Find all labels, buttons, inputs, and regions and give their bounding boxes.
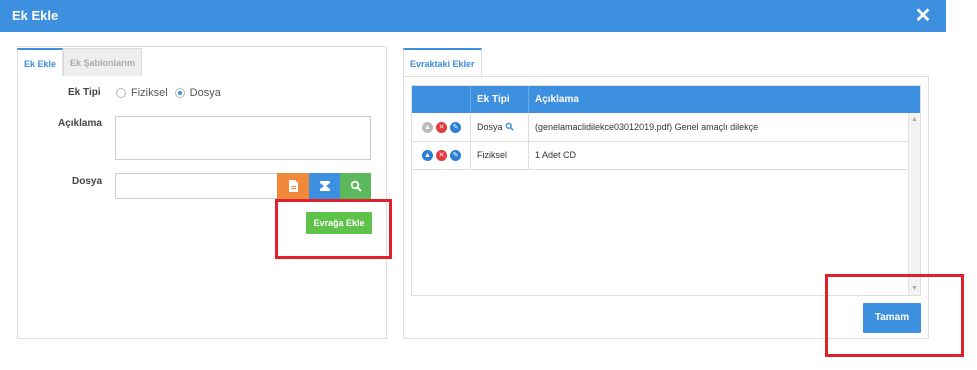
scan-icon: [320, 181, 330, 191]
grid-scrollbar[interactable]: ▲ ▼: [908, 113, 920, 295]
scan-button[interactable]: [309, 173, 341, 199]
row-actions: ▲ ✕ ✎: [422, 122, 464, 133]
highlight-box-add: [275, 199, 392, 259]
aciklama-textarea[interactable]: [115, 116, 371, 160]
preview-search-icon[interactable]: [505, 122, 514, 131]
delete-icon[interactable]: ✕: [436, 150, 447, 161]
dialog-title: Ek Ekle: [12, 8, 59, 23]
file-browse-button[interactable]: [277, 173, 309, 199]
dosya-input[interactable]: [115, 173, 277, 199]
move-up-icon[interactable]: ▲: [422, 150, 433, 161]
attachments-grid: Ek Tipi Açıklama ▲ ✕ ✎ Dosya (genelamacl…: [411, 85, 921, 296]
tab-ek-ekle[interactable]: Ek Ekle: [17, 48, 64, 76]
col-aciklama[interactable]: Açıklama: [528, 86, 920, 113]
tab-evraktaki-ekler[interactable]: Evraktaki Ekler: [403, 48, 482, 76]
radio-fiziksel-label: Fiziksel: [131, 87, 168, 99]
ek-tipi-radio-group: Fiziksel Dosya: [116, 87, 228, 99]
dosya-label: Dosya: [72, 176, 103, 187]
row-actions: ▲ ✕ ✎: [422, 150, 464, 161]
file-icon: [288, 180, 298, 192]
move-up-icon[interactable]: ▲: [422, 122, 433, 133]
cell-ek-tipi: Fiziksel: [470, 142, 528, 170]
cell-aciklama: 1 Adet CD: [528, 142, 908, 170]
table-row[interactable]: ▲ ✕ ✎ Dosya (genelamaclidilekce03012019.…: [412, 114, 908, 142]
cell-aciklama: (genelamaclidilekce03012019.pdf) Genel a…: [528, 114, 908, 142]
right-tabstrip: Evraktaki Ekler: [403, 48, 482, 76]
grid-header: Ek Tipi Açıklama: [412, 86, 920, 113]
cell-ek-tipi: Dosya: [470, 114, 528, 142]
radio-dosya-label: Dosya: [189, 87, 221, 99]
left-tabstrip: Ek Ekle Ek Şablonlarım: [17, 48, 143, 76]
edit-icon[interactable]: ✎: [450, 150, 461, 161]
delete-icon[interactable]: ✕: [436, 122, 447, 133]
aciklama-label: Açıklama: [58, 118, 102, 129]
col-actions: [412, 86, 470, 113]
tab-ek-sablonlarim[interactable]: Ek Şablonlarım: [63, 48, 143, 76]
radio-fiziksel[interactable]: [116, 88, 126, 98]
ek-tipi-label: Ek Tipi: [68, 87, 101, 98]
close-icon[interactable]: ✕: [913, 6, 933, 26]
highlight-box-ok: [825, 274, 964, 357]
dialog-titlebar: Ek Ekle ✕: [0, 0, 946, 32]
file-search-button[interactable]: [340, 173, 371, 199]
radio-dosya[interactable]: [174, 88, 185, 98]
scroll-up-icon[interactable]: ▲: [911, 116, 918, 123]
search-icon: [350, 180, 362, 192]
table-row[interactable]: ▲ ✕ ✎ Fiziksel 1 Adet CD: [412, 142, 908, 170]
col-ek-tipi[interactable]: Ek Tipi: [470, 86, 528, 113]
ek-tipi-value: Dosya: [477, 122, 503, 132]
edit-icon[interactable]: ✎: [450, 122, 461, 133]
